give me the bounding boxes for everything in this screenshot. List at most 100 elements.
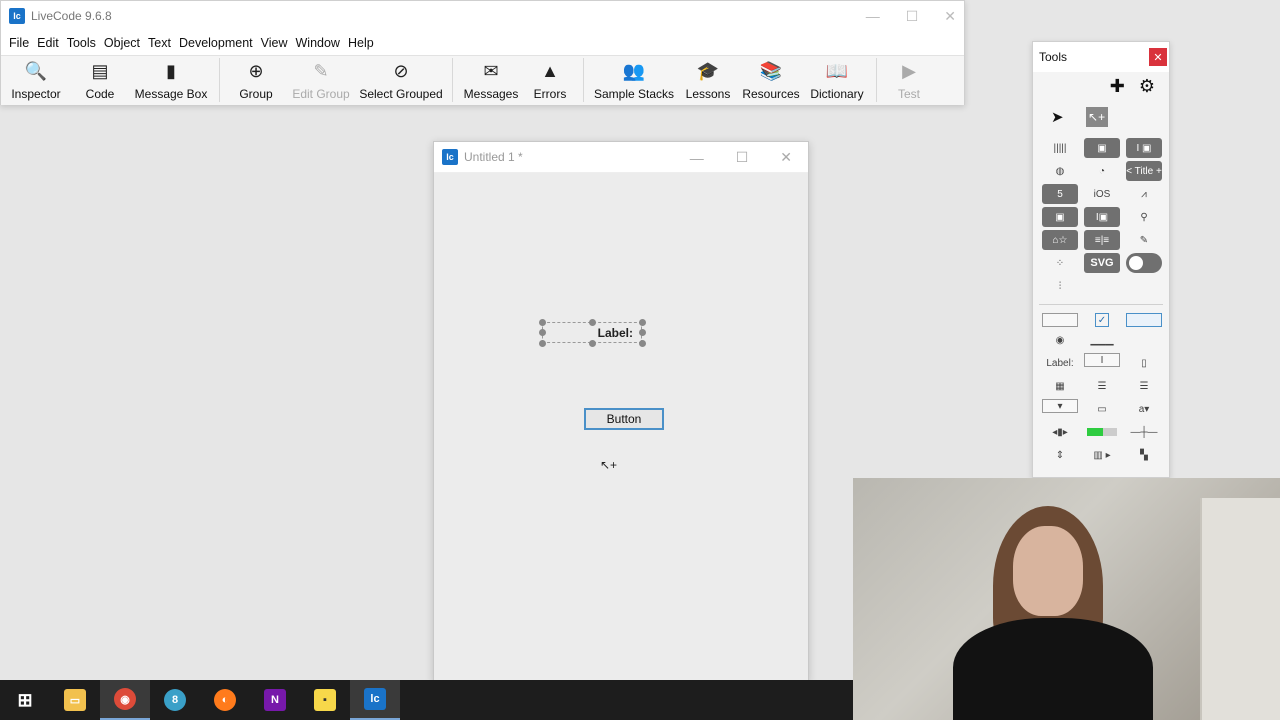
switch-widget-icon[interactable] (1126, 253, 1162, 273)
background-door (1200, 498, 1280, 720)
tab-panel-tool-icon[interactable]: ▭ (1084, 399, 1120, 419)
progress-bar-tool-icon[interactable] (1084, 422, 1120, 442)
gear-icon[interactable]: ⚙ (1139, 76, 1155, 97)
close-icon[interactable]: ✕ (1149, 48, 1167, 66)
app-8-button[interactable]: 8 (150, 680, 200, 720)
code-button[interactable]: ▤ Code (71, 58, 129, 102)
selection-handle[interactable] (539, 340, 546, 347)
label-tool-icon[interactable]: Label: (1042, 353, 1078, 373)
slider-tool-icon[interactable]: —┼— (1126, 422, 1162, 442)
blank-tool-icon[interactable] (1126, 330, 1162, 350)
html5-widget-icon[interactable]: 5 (1042, 184, 1078, 204)
menu-file[interactable]: File (5, 36, 33, 50)
firefox-button[interactable]: ◐ (200, 680, 250, 720)
selection-handle[interactable] (539, 319, 546, 326)
minimize-icon[interactable]: — (690, 150, 704, 166)
image-tool-icon[interactable]: ▚ (1126, 445, 1162, 465)
native-player-widget-icon[interactable]: ▣ (1042, 207, 1078, 227)
livecode-button[interactable]: lc (350, 680, 400, 720)
lessons-button[interactable]: 🎓 Lessons (678, 58, 738, 102)
map-pin-widget-icon[interactable]: ⚲ (1126, 207, 1162, 227)
signature-widget-icon[interactable]: ✎ (1126, 230, 1162, 250)
android-button-widget-icon[interactable]: ▣ (1084, 138, 1120, 158)
lessons-label: Lessons (685, 87, 731, 101)
minimize-icon[interactable]: — (866, 8, 880, 24)
radio-button-tool-icon[interactable]: ◉ (1042, 330, 1078, 350)
ios-widget-icon[interactable]: iOS (1084, 184, 1120, 204)
toolbar-divider (876, 58, 877, 102)
segmented-widget-icon[interactable]: ≡|≡ (1084, 230, 1120, 250)
main-titlebar: lc LiveCode 9.6.8 — ☐ ✕ (1, 1, 964, 31)
clock-widget-icon[interactable]: ◔ (1084, 161, 1120, 181)
scrolling-field-tool-icon[interactable]: ▯ (1126, 353, 1162, 373)
little-arrows-tool-icon[interactable]: ▥ ▸ (1084, 445, 1120, 465)
svg-widget-icon[interactable]: SVG (1084, 253, 1120, 273)
barcode-widget-icon[interactable]: ||||| (1042, 138, 1078, 158)
maximize-icon[interactable]: ☐ (906, 8, 919, 25)
menu-development[interactable]: Development (175, 36, 257, 50)
menu-object[interactable]: Object (100, 36, 144, 50)
android-field-widget-icon[interactable]: I ▣ (1126, 138, 1162, 158)
resources-button[interactable]: 📚 Resources (738, 58, 804, 102)
menu-view[interactable]: View (257, 36, 292, 50)
test-button[interactable]: ▶ Test (883, 58, 935, 102)
windows-start-button[interactable]: ⊞ (0, 680, 50, 720)
file-explorer-button[interactable]: ▭ (50, 680, 100, 720)
selection-handle[interactable] (589, 340, 596, 347)
group-button[interactable]: ⊕ Group (226, 58, 286, 102)
sample-stacks-button[interactable]: 👥 Sample Stacks (590, 58, 678, 102)
dictionary-button[interactable]: 📖 Dictionary (804, 58, 870, 102)
add-icon[interactable]: ✚ (1110, 76, 1125, 97)
tools-title: Tools (1039, 50, 1068, 64)
option-menu-tool-icon[interactable]: ▾ (1042, 399, 1078, 413)
select-grouped-icon: ⊘ (393, 60, 409, 81)
menu-window[interactable]: Window (292, 36, 344, 50)
selection-handle[interactable] (589, 319, 596, 326)
menu-help[interactable]: Help (344, 36, 378, 50)
browser-widget-icon[interactable]: ◍ (1042, 161, 1078, 181)
run-mode-pointer-icon[interactable]: ➤ (1051, 108, 1064, 126)
checkbox-tool-icon[interactable]: ✓ (1095, 313, 1109, 327)
maximize-icon[interactable]: ☐ (736, 149, 749, 166)
sticky-notes-button[interactable]: ▪ (300, 680, 350, 720)
onenote-icon: N (264, 689, 286, 711)
menu-edit[interactable]: Edit (33, 36, 63, 50)
stack-push-button[interactable]: Button (584, 408, 664, 430)
chrome-button[interactable]: ◉ (100, 680, 150, 720)
close-icon[interactable]: ✕ (944, 8, 956, 25)
tree-view-widget-icon[interactable]: ⫶ (1042, 276, 1078, 296)
scrollbar-tool-icon[interactable]: ◂▮▸ (1042, 422, 1078, 442)
onenote-button[interactable]: N (250, 680, 300, 720)
widget-grid: ||||| ▣ I ▣ ◍ ◔ < Title + 5 iOS ⩘ ▣ I▣ ⚲… (1033, 134, 1169, 300)
messages-button[interactable]: ✉ Messages (459, 58, 523, 102)
spinner-widget-icon[interactable]: ⁘ (1042, 253, 1078, 273)
inspector-button[interactable]: 🔍 Inspector (1, 58, 71, 102)
push-button-tool-icon[interactable] (1042, 313, 1078, 327)
field-tool-icon[interactable]: ▁▁▁ (1084, 330, 1120, 350)
selection-handle[interactable] (639, 329, 646, 336)
edit-group-button[interactable]: ✎ Edit Group (286, 58, 356, 102)
resources-icon: 📚 (759, 60, 783, 81)
navigation-bar-widget-icon[interactable]: ⌂☆ (1042, 230, 1078, 250)
list-field-tool-icon[interactable]: ☰ (1084, 376, 1120, 396)
select-grouped-button[interactable]: ⊘ Select Grouped (356, 58, 446, 102)
errors-button[interactable]: ▲ Errors (523, 58, 577, 102)
native-field-widget-icon[interactable]: I▣ (1084, 207, 1120, 227)
spin-arrows-tool-icon[interactable]: ⇕ (1042, 445, 1078, 465)
header-bar-widget-icon[interactable]: < Title + (1126, 161, 1162, 181)
table-field-tool-icon[interactable]: ▦ (1042, 376, 1078, 396)
default-button-tool-icon[interactable] (1126, 313, 1162, 327)
close-icon[interactable]: ✕ (780, 149, 792, 166)
selection-handle[interactable] (639, 319, 646, 326)
menu-text[interactable]: Text (144, 36, 175, 50)
message-box-button[interactable]: ▮ Message Box (129, 58, 213, 102)
file-explorer-icon: ▭ (64, 689, 86, 711)
selection-handle[interactable] (539, 329, 546, 336)
combo-box-tool-icon[interactable]: a▾ (1126, 399, 1162, 419)
line-graph-widget-icon[interactable]: ⩘ (1126, 184, 1162, 204)
selection-handle[interactable] (639, 340, 646, 347)
menu-tools[interactable]: Tools (63, 36, 100, 50)
data-grid-tool-icon[interactable]: ☰ (1126, 376, 1162, 396)
edit-mode-pointer-icon[interactable]: ↖+ (1085, 107, 1108, 127)
text-entry-tool-icon[interactable]: I (1084, 353, 1120, 367)
